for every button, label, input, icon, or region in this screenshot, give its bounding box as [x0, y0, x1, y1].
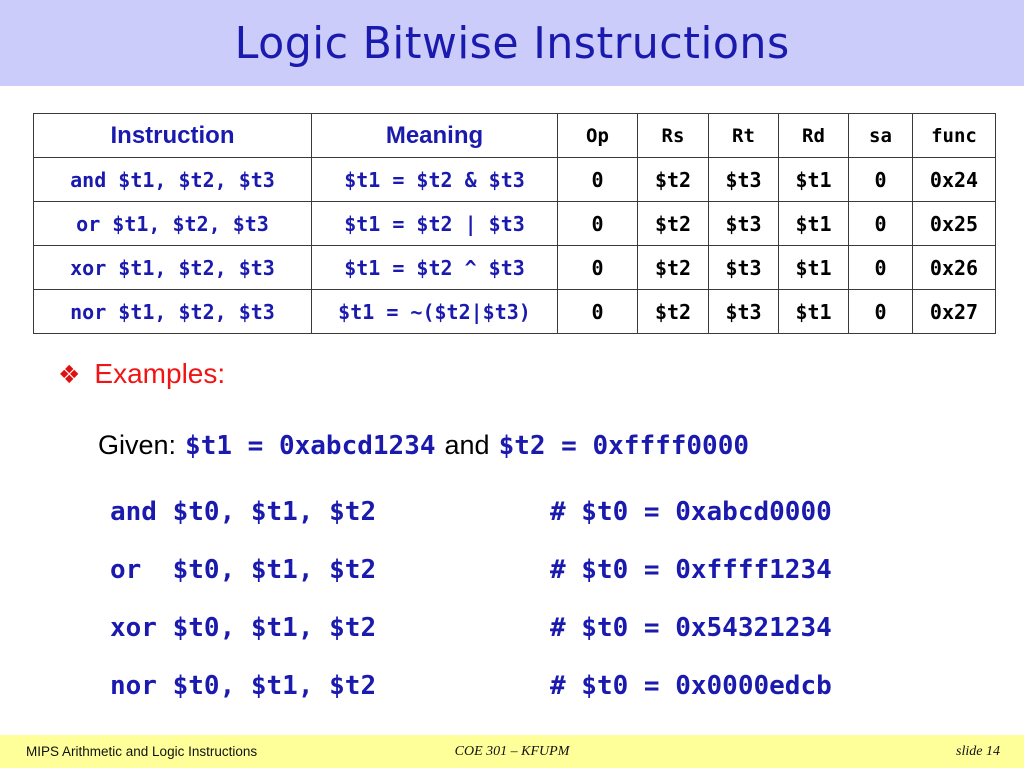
cell-rt: $t3 — [708, 245, 779, 290]
slide-footer: MIPS Arithmetic and Logic Instructions C… — [0, 735, 1024, 768]
diamond-bullet-icon: ❖ — [58, 359, 81, 389]
given-line: Given: $t1 = 0xabcd1234 and $t2 = 0xffff… — [98, 430, 749, 461]
cell-instruction: and $t1, $t2, $t3 — [33, 157, 312, 202]
cell-rd: $t1 — [778, 289, 849, 334]
code-instruction: and $t0, $t1, $t2 — [110, 497, 377, 527]
code-instruction: xor $t0, $t1, $t2 — [110, 613, 377, 643]
code-comment: # $t0 = 0x54321234 — [550, 613, 832, 643]
cell-func: 0x26 — [912, 245, 996, 290]
instruction-table: Instruction Meaning Op Rs Rt Rd sa func … — [33, 113, 996, 334]
cell-op: 0 — [557, 289, 638, 334]
cell-rs: $t2 — [637, 289, 709, 334]
code-line: xor $t0, $t1, $t2 # $t0 = 0x54321234 — [110, 613, 950, 671]
examples-heading: ❖ Examples: — [58, 358, 225, 390]
cell-op: 0 — [557, 201, 638, 246]
page-title: Logic Bitwise Instructions — [234, 17, 790, 69]
code-comment: # $t0 = 0xffff1234 — [550, 555, 832, 585]
code-line: or $t0, $t1, $t2 # $t0 = 0xffff1234 — [110, 555, 950, 613]
cell-func: 0x25 — [912, 201, 996, 246]
footer-course-code: COE 301 – KFUPM — [454, 743, 570, 759]
cell-rt: $t3 — [708, 289, 779, 334]
cell-instruction: xor $t1, $t2, $t3 — [33, 245, 312, 290]
cell-func: 0x27 — [912, 289, 996, 334]
cell-sa: 0 — [848, 201, 913, 246]
column-header-rt: Rt — [708, 113, 779, 158]
cell-meaning: $t1 = $t2 | $t3 — [311, 201, 558, 246]
column-header-op: Op — [557, 113, 638, 158]
cell-rs: $t2 — [637, 245, 709, 290]
cell-rt: $t3 — [708, 201, 779, 246]
column-header-rs: Rs — [637, 113, 709, 158]
cell-rd: $t1 — [778, 245, 849, 290]
table-row: xor $t1, $t2, $t3 $t1 = $t2 ^ $t3 0 $t2 … — [33, 245, 996, 290]
given-value-1: $t1 = 0xabcd1234 — [185, 431, 436, 461]
cell-rd: $t1 — [778, 201, 849, 246]
cell-rt: $t3 — [708, 157, 779, 202]
column-header-instruction: Instruction — [33, 113, 312, 158]
column-header-meaning: Meaning — [311, 113, 558, 158]
cell-meaning: $t1 = $t2 & $t3 — [311, 157, 558, 202]
code-comment: # $t0 = 0xabcd0000 — [550, 497, 832, 527]
cell-rd: $t1 — [778, 157, 849, 202]
slide-title-banner: Logic Bitwise Instructions — [0, 0, 1024, 86]
given-value-2: $t2 = 0xffff0000 — [498, 431, 750, 461]
cell-rs: $t2 — [637, 201, 709, 246]
code-instruction: or $t0, $t1, $t2 — [110, 555, 377, 585]
cell-func: 0x24 — [912, 157, 996, 202]
cell-sa: 0 — [848, 289, 913, 334]
code-instruction: nor $t0, $t1, $t2 — [110, 671, 377, 701]
code-comment: # $t0 = 0x0000edcb — [550, 671, 832, 701]
table-header-row: Instruction Meaning Op Rs Rt Rd sa func — [33, 113, 996, 158]
cell-sa: 0 — [848, 245, 913, 290]
cell-rs: $t2 — [637, 157, 709, 202]
cell-instruction: nor $t1, $t2, $t3 — [33, 289, 312, 334]
examples-label: Examples: — [94, 358, 226, 389]
footer-slide-number: slide 14 — [956, 743, 1000, 759]
table-row: nor $t1, $t2, $t3 $t1 = ~($t2|$t3) 0 $t2… — [33, 289, 996, 334]
column-header-rd: Rd — [778, 113, 849, 158]
code-line: nor $t0, $t1, $t2 # $t0 = 0x0000edcb — [110, 671, 950, 729]
table-row: or $t1, $t2, $t3 $t1 = $t2 | $t3 0 $t2 $… — [33, 201, 996, 246]
cell-instruction: or $t1, $t2, $t3 — [33, 201, 312, 246]
cell-meaning: $t1 = ~($t2|$t3) — [311, 289, 558, 334]
given-conjunction: and — [444, 430, 490, 460]
table-row: and $t1, $t2, $t3 $t1 = $t2 & $t3 0 $t2 … — [33, 157, 996, 202]
instruction-table-container: Instruction Meaning Op Rs Rt Rd sa func … — [33, 113, 996, 334]
given-prefix: Given: — [98, 430, 177, 460]
code-examples-block: and $t0, $t1, $t2 # $t0 = 0xabcd0000 or … — [110, 497, 950, 729]
footer-course-topic: MIPS Arithmetic and Logic Instructions — [26, 744, 258, 759]
cell-op: 0 — [557, 157, 638, 202]
cell-op: 0 — [557, 245, 638, 290]
cell-meaning: $t1 = $t2 ^ $t3 — [311, 245, 558, 290]
column-header-func: func — [912, 113, 996, 158]
cell-sa: 0 — [848, 157, 913, 202]
code-line: and $t0, $t1, $t2 # $t0 = 0xabcd0000 — [110, 497, 950, 555]
column-header-sa: sa — [848, 113, 913, 158]
